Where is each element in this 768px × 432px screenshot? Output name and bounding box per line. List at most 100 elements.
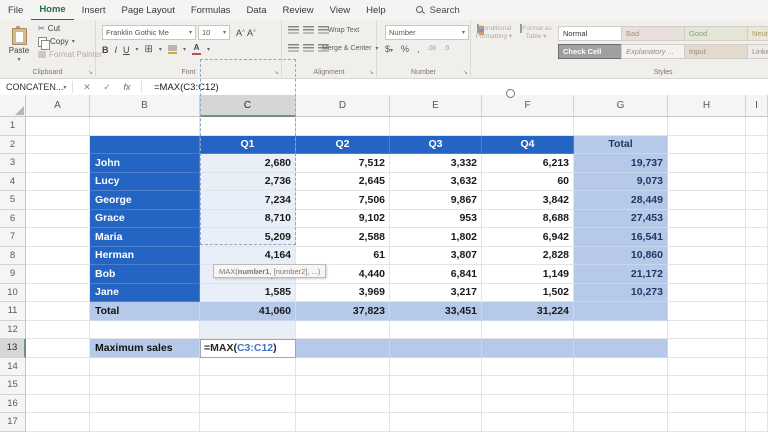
cell-F15[interactable]	[482, 376, 574, 395]
cell-C11[interactable]: 41,060	[200, 302, 296, 321]
cell-G2[interactable]: Total	[574, 135, 668, 154]
row-header-14[interactable]: 14	[0, 357, 26, 376]
grow-font-button[interactable]: A˄	[236, 28, 245, 38]
cell-D16[interactable]	[296, 394, 390, 413]
row-header-11[interactable]: 11	[0, 302, 26, 321]
cell-A15[interactable]	[26, 376, 90, 395]
cell-I8[interactable]	[746, 246, 768, 265]
percent-button[interactable]: %	[401, 44, 409, 54]
cell-E6[interactable]: 953	[390, 209, 482, 228]
row-header-1[interactable]: 1	[0, 117, 26, 136]
cell-E14[interactable]	[390, 357, 482, 376]
align-middle-icon[interactable]	[303, 26, 314, 34]
style-chip-good[interactable]: Good	[684, 26, 752, 41]
cell-F10[interactable]: 1,502	[482, 283, 574, 302]
cell-E15[interactable]	[390, 376, 482, 395]
cell-B11[interactable]: Total	[90, 302, 200, 321]
cell-D12[interactable]	[296, 320, 390, 339]
cell-F8[interactable]: 2,828	[482, 246, 574, 265]
row-header-7[interactable]: 7	[0, 228, 26, 247]
cell-H14[interactable]	[668, 357, 746, 376]
row-header-3[interactable]: 3	[0, 154, 26, 173]
cell-A5[interactable]	[26, 191, 90, 210]
tab-file[interactable]: File	[0, 0, 31, 20]
cell-D10[interactable]: 3,969	[296, 283, 390, 302]
cell-G12[interactable]	[574, 320, 668, 339]
cell-C10[interactable]: 1,585	[200, 283, 296, 302]
tab-home[interactable]: Home	[31, 0, 74, 21]
row-header-12[interactable]: 12	[0, 320, 26, 339]
tab-help[interactable]: Help	[358, 0, 394, 20]
cell-H6[interactable]	[668, 209, 746, 228]
cell-F16[interactable]	[482, 394, 574, 413]
merge-center-button[interactable]: Merge & Center ▾	[322, 45, 378, 52]
cell-I17[interactable]	[746, 413, 768, 432]
cell-F11[interactable]: 31,224	[482, 302, 574, 321]
cell-D3[interactable]: 7,512	[296, 154, 390, 173]
cell-B3[interactable]: John	[90, 154, 200, 173]
cell-G7[interactable]: 16,541	[574, 228, 668, 247]
format-as-table-button[interactable]: Format as Table ▾	[515, 24, 557, 41]
cell-D6[interactable]: 9,102	[296, 209, 390, 228]
cell-A9[interactable]	[26, 265, 90, 284]
cell-B10[interactable]: Jane	[90, 283, 200, 302]
cell-A17[interactable]	[26, 413, 90, 432]
col-header-E[interactable]: E	[390, 95, 482, 117]
cell-F9[interactable]: 1,149	[482, 265, 574, 284]
clipboard-dialog-launcher[interactable]: ↘	[88, 69, 93, 76]
cell-F5[interactable]: 3,842	[482, 191, 574, 210]
row-header-13[interactable]: 13	[0, 339, 26, 358]
cell-A7[interactable]	[26, 228, 90, 247]
tab-data[interactable]: Data	[238, 0, 274, 20]
fill-color-button[interactable]	[167, 45, 177, 54]
col-header-A[interactable]: A	[26, 95, 90, 117]
cell-F12[interactable]	[482, 320, 574, 339]
wrap-text-button[interactable]: Wrap Text	[328, 27, 359, 34]
cell-I5[interactable]	[746, 191, 768, 210]
style-chip-explanatory[interactable]: Explanatory ...	[621, 44, 689, 59]
cell-I13[interactable]	[746, 339, 768, 358]
style-chip-bad[interactable]: Bad	[621, 26, 689, 41]
row-header-15[interactable]: 15	[0, 376, 26, 395]
cell-I2[interactable]	[746, 135, 768, 154]
search-box[interactable]: Search	[415, 5, 460, 16]
cell-D7[interactable]: 2,588	[296, 228, 390, 247]
cell-H17[interactable]	[668, 413, 746, 432]
cell-A16[interactable]	[26, 394, 90, 413]
cell-G11[interactable]	[574, 302, 668, 321]
col-header-I[interactable]: I	[746, 95, 768, 117]
cell-G13[interactable]	[574, 339, 668, 358]
cell-A14[interactable]	[26, 357, 90, 376]
cell-A13[interactable]	[26, 339, 90, 358]
cell-G15[interactable]	[574, 376, 668, 395]
cell-A6[interactable]	[26, 209, 90, 228]
cell-D14[interactable]	[296, 357, 390, 376]
paste-dropdown-arrow[interactable]: ▾	[17, 56, 20, 63]
cell-I14[interactable]	[746, 357, 768, 376]
cell-D8[interactable]: 61	[296, 246, 390, 265]
row-header-2[interactable]: 2	[0, 135, 26, 154]
cell-G9[interactable]: 21,172	[574, 265, 668, 284]
cell-I4[interactable]	[746, 172, 768, 191]
style-chip-neutral[interactable]: Neutral	[747, 26, 768, 41]
cell-E4[interactable]: 3,632	[390, 172, 482, 191]
cell-G8[interactable]: 10,860	[574, 246, 668, 265]
cell-D5[interactable]: 7,506	[296, 191, 390, 210]
cell-I12[interactable]	[746, 320, 768, 339]
col-header-G[interactable]: G	[574, 95, 668, 117]
formula-bar-input[interactable]: =MAX(C3:C12)	[154, 82, 219, 93]
row-header-4[interactable]: 4	[0, 172, 26, 191]
cell-F3[interactable]: 6,213	[482, 154, 574, 173]
cell-H1[interactable]	[668, 117, 746, 136]
cell-I3[interactable]	[746, 154, 768, 173]
cell-A11[interactable]	[26, 302, 90, 321]
cell-C3[interactable]: 2,680	[200, 154, 296, 173]
name-box-dropdown-arrow[interactable]: ▾	[63, 84, 66, 91]
cell-D2[interactable]: Q2	[296, 135, 390, 154]
cell-E12[interactable]	[390, 320, 482, 339]
cell-D11[interactable]: 37,823	[296, 302, 390, 321]
enter-button[interactable]: ✓	[97, 82, 117, 93]
col-header-F[interactable]: F	[482, 95, 574, 117]
cell-B14[interactable]	[90, 357, 200, 376]
style-chip-normal[interactable]: Normal	[558, 26, 626, 41]
